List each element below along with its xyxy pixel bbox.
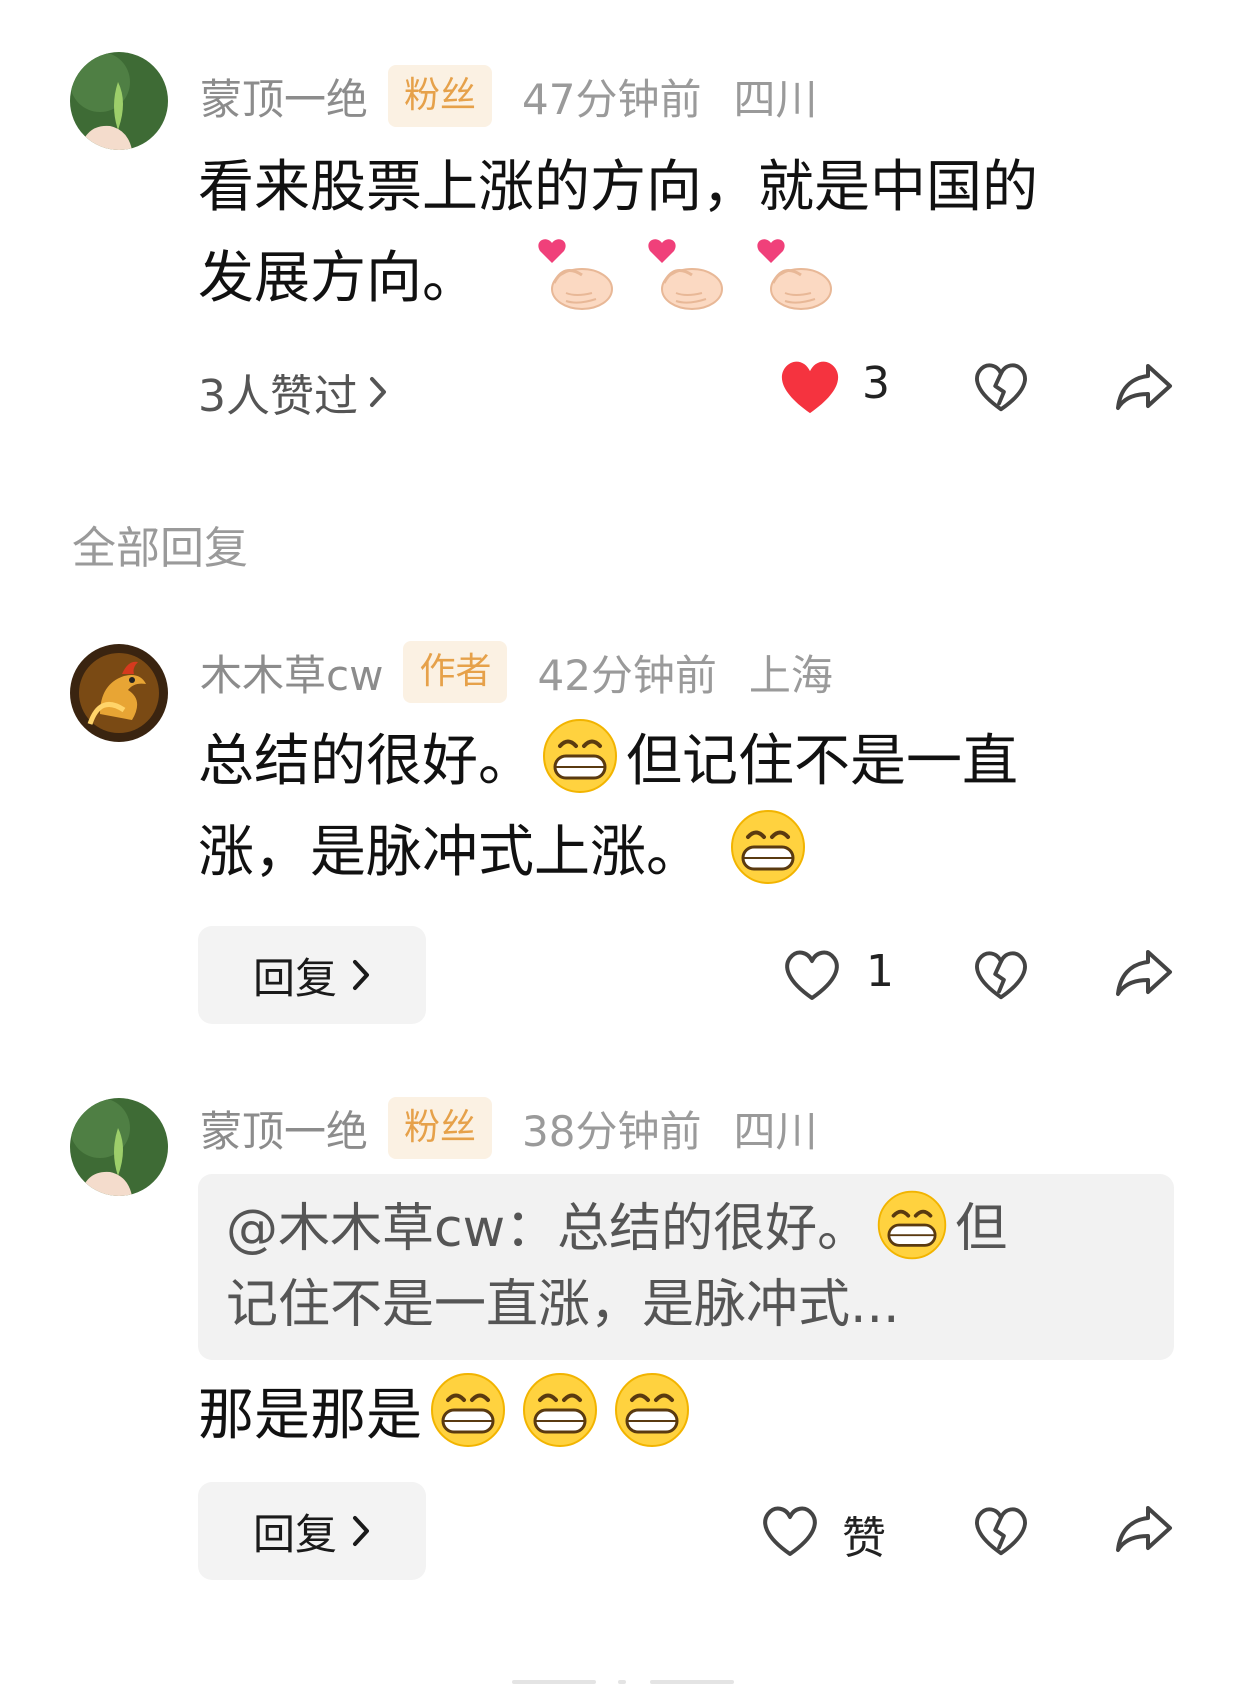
chevron-right-icon	[351, 958, 371, 992]
finger-heart-icon	[536, 233, 620, 313]
grin-icon	[873, 1188, 951, 1262]
reply-time: 42分钟前	[537, 650, 717, 700]
bottom-indicator	[0, 1680, 1240, 1690]
like-count: 3	[862, 358, 890, 409]
likers-link[interactable]: 3人赞过	[198, 360, 388, 424]
quote-text-part: @木木草cw：总结的很好。	[226, 1199, 870, 1259]
share-icon[interactable]	[1114, 1502, 1174, 1556]
like-filled-icon[interactable]	[776, 356, 844, 418]
comment-text-line: 发展方向。	[198, 233, 1178, 324]
grin-icon	[538, 716, 622, 796]
reply-text-line: 总结的很好。 但记住不是一直	[198, 716, 1198, 807]
reply-button[interactable]: 回复	[198, 926, 426, 1024]
like-icon[interactable]	[782, 948, 842, 1002]
reply-text: 那是那是	[198, 1370, 698, 1461]
reply-text-line: 涨，是脉冲式上涨。	[198, 807, 1198, 898]
reply-button[interactable]: 回复	[198, 1482, 426, 1580]
comment-meta: 蒙顶一绝 粉丝 47分钟前 四川	[200, 64, 818, 128]
reply-button-label: 回复	[252, 953, 337, 1003]
quote-line: 记住不是一直涨，是脉冲式...	[226, 1275, 900, 1335]
reply-meta: 木木草cw 作者 42分钟前 上海	[200, 640, 833, 704]
comment-text-line: 看来股票上涨的方向，就是中国的	[198, 155, 1038, 220]
avatar[interactable]	[70, 52, 168, 150]
username[interactable]: 蒙顶一绝	[200, 66, 368, 127]
finger-heart-icon	[646, 233, 730, 313]
comment-text-part: 发展方向。	[198, 246, 478, 311]
chevron-right-icon	[368, 375, 388, 409]
grin-icon	[426, 1370, 510, 1450]
reply-text-part: 但记住不是一直	[626, 729, 1018, 794]
chevron-right-icon	[351, 1514, 371, 1548]
reply-text: 总结的很好。 但记住不是一直 涨，是脉冲式上涨。	[198, 716, 1198, 898]
dislike-icon[interactable]	[972, 948, 1030, 1002]
like-icon[interactable]	[760, 1504, 820, 1558]
finger-heart-icon	[755, 233, 839, 313]
grin-icon	[610, 1370, 694, 1450]
section-title: 全部回复	[72, 523, 248, 574]
username[interactable]: 蒙顶一绝	[200, 1098, 368, 1159]
grin-icon	[518, 1370, 602, 1450]
dislike-icon[interactable]	[972, 1504, 1030, 1558]
author-badge: 作者	[403, 641, 508, 703]
quoted-reply[interactable]: @木木草cw：总结的很好。 但 记住不是一直涨，是脉冲式...	[198, 1174, 1174, 1360]
reply-location: 四川	[733, 1106, 818, 1156]
comment-location: 四川	[733, 74, 818, 124]
comment-text: 看来股票上涨的方向，就是中国的 发展方向。	[198, 143, 1178, 324]
reply-text-part: 总结的很好。	[198, 729, 534, 794]
reply-text-part: 涨，是脉冲式上涨。	[198, 820, 702, 885]
reply-time: 38分钟前	[522, 1106, 702, 1156]
reply-text-part: 那是那是	[198, 1383, 422, 1448]
reply-location: 上海	[748, 650, 833, 700]
quote-line: @木木草cw：总结的很好。 但	[226, 1188, 1146, 1267]
dislike-icon[interactable]	[972, 360, 1030, 414]
fan-badge: 粉丝	[388, 65, 493, 127]
comment-time: 47分钟前	[522, 74, 702, 124]
reply-meta: 蒙顶一绝 粉丝 38分钟前 四川	[200, 1096, 818, 1160]
grin-icon	[726, 807, 810, 887]
like-label: 赞	[842, 1513, 886, 1564]
share-icon[interactable]	[1114, 946, 1174, 1000]
avatar[interactable]	[70, 1098, 168, 1196]
username[interactable]: 木木草cw	[200, 642, 383, 703]
avatar[interactable]	[70, 644, 168, 742]
like-count: 1	[866, 946, 894, 997]
reply-button-label: 回复	[252, 1509, 337, 1559]
fan-badge: 粉丝	[388, 1097, 493, 1159]
quote-text-part: 但	[955, 1199, 1008, 1259]
likers-text: 3人赞过	[198, 371, 358, 422]
share-icon[interactable]	[1114, 360, 1174, 414]
